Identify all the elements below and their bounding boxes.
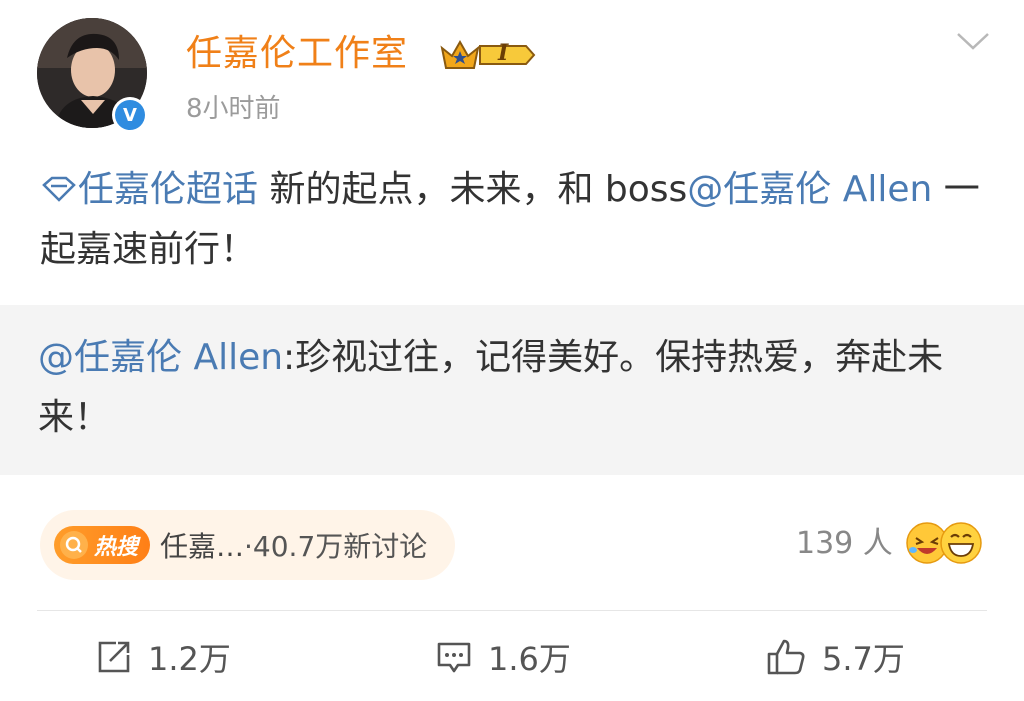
comment-count: 1.6万 [488,640,571,678]
comment-icon [437,642,471,673]
post-time: 8小时前 [186,94,281,124]
verified-badge: V [112,97,148,133]
retweet-mention-link[interactable]: @任嘉伦 Allen [38,337,283,378]
topic-link[interactable]: 任嘉伦超话 [40,169,258,210]
vip-crown-badge[interactable]: I [438,36,538,74]
verified-icon: V [115,100,145,130]
topic-link-label: 任嘉伦超话 [78,169,259,210]
post-body: 任嘉伦超话 新的起点，未来，和 boss@任嘉伦 Allen 一起嘉速前行！ [40,160,984,280]
mention-link[interactable]: @任嘉伦 Allen [687,169,932,210]
repost-button[interactable]: 1.2万 [96,632,231,682]
grin-emoji-icon[interactable] [938,520,984,566]
search-icon [60,531,88,559]
hot-search-topic: 任嘉… [160,530,245,563]
hot-search-label: 热搜 [94,535,139,560]
repost-icon [98,641,130,673]
repost-count: 1.2万 [148,640,231,678]
hot-search-badge: 热搜 [54,526,151,564]
like-button[interactable]: 5.7万 [766,632,905,682]
hot-search-count: ·40.7万新讨论 [244,530,428,563]
post-text-1: 新的起点，未来，和 boss [258,169,688,210]
thumbs-up-icon [767,639,805,675]
reactors-count[interactable]: 139 人 [796,524,893,564]
like-count: 5.7万 [822,640,905,678]
super-topic-icon [42,176,76,202]
vip-level-label: I [498,40,509,66]
hot-search-pill[interactable]: 热搜 任嘉… ·40.7万新讨论 [40,510,456,580]
chevron-down-icon[interactable] [955,30,991,54]
author-name[interactable]: 任嘉伦工作室 [186,32,408,76]
divider [37,610,987,611]
retweeted-post-text: @任嘉伦 Allen:珍视过往，记得美好。保持热爱，奔赴未来！ [38,328,988,448]
comment-button[interactable]: 1.6万 [436,632,571,682]
